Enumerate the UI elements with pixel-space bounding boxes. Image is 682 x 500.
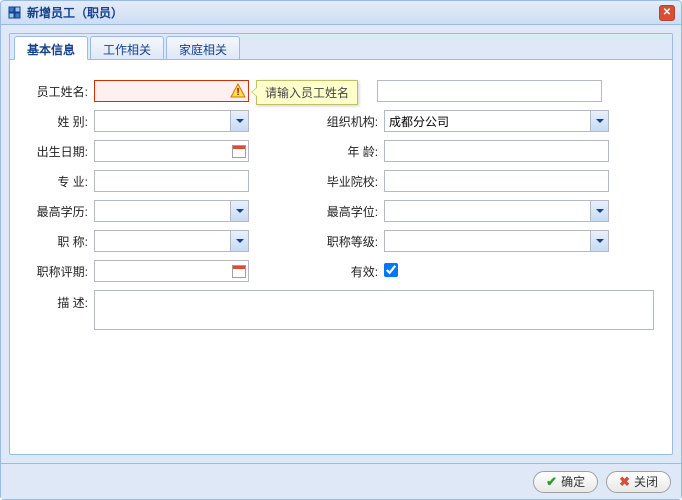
degree-input[interactable]	[385, 202, 590, 220]
tab-family-related[interactable]: 家庭相关	[166, 36, 240, 59]
label-desc: 描 述:	[22, 290, 94, 333]
close-button[interactable]: ✖关闭	[606, 471, 671, 493]
age-input[interactable]	[384, 140, 609, 162]
gender-combo[interactable]	[94, 110, 249, 132]
desc-textarea[interactable]	[94, 290, 654, 330]
tab-content-basic: 员工姓名: ! 请输入员工姓名 姓 别:	[10, 60, 672, 353]
chevron-down-icon[interactable]	[590, 111, 608, 131]
tab-basic-info[interactable]: 基本信息	[14, 36, 88, 60]
edu-combo[interactable]	[94, 200, 249, 222]
edu-input[interactable]	[95, 202, 230, 220]
chevron-down-icon[interactable]	[230, 111, 248, 131]
label-name: 员工姓名:	[22, 80, 94, 102]
title-level-combo[interactable]	[384, 230, 609, 252]
window-icon	[7, 5, 23, 21]
birth-date-field[interactable]	[94, 140, 249, 162]
label-major: 专 业:	[22, 170, 94, 192]
major-input[interactable]	[94, 170, 249, 192]
dialog-window: 新增员工（职员） ✕ 基本信息 工作相关 家庭相关 员工姓名: !	[0, 0, 682, 500]
label-title-date: 职称评期:	[22, 260, 94, 282]
svg-text:!: !	[236, 87, 239, 98]
close-icon: ✖	[619, 474, 630, 490]
label-age: 年 龄:	[284, 140, 384, 162]
label-title: 职 称:	[22, 230, 94, 252]
calendar-icon[interactable]	[230, 261, 248, 281]
birth-date-input[interactable]	[95, 142, 230, 160]
warning-icon: !	[230, 83, 246, 99]
window-title: 新增员工（职员）	[27, 4, 123, 21]
titlebar[interactable]: 新增员工（职员） ✕	[1, 1, 681, 25]
label-title-level: 职称等级:	[284, 230, 384, 252]
button-bar: ✔确定 ✖关闭	[1, 463, 681, 499]
chevron-down-icon[interactable]	[590, 231, 608, 251]
org-input[interactable]	[385, 112, 590, 130]
chevron-down-icon[interactable]	[230, 231, 248, 251]
tab-panel: 基本信息 工作相关 家庭相关 员工姓名: ! 请输入员工姓名	[9, 33, 673, 455]
label-degree: 最高学位:	[284, 200, 384, 222]
chevron-down-icon[interactable]	[590, 201, 608, 221]
label-gender: 姓 别:	[22, 110, 94, 132]
title-input[interactable]	[95, 232, 230, 250]
name-input[interactable]	[94, 80, 249, 102]
title-date-input[interactable]	[95, 262, 230, 280]
name-extra-input[interactable]	[377, 80, 602, 102]
label-school: 毕业院校:	[284, 170, 384, 192]
school-input[interactable]	[384, 170, 609, 192]
label-valid: 有效:	[284, 260, 384, 282]
label-edu: 最高学历:	[22, 200, 94, 222]
valid-checkbox[interactable]	[384, 263, 398, 277]
calendar-icon[interactable]	[230, 141, 248, 161]
degree-combo[interactable]	[384, 200, 609, 222]
org-combo[interactable]	[384, 110, 609, 132]
window-close-button[interactable]: ✕	[659, 5, 675, 21]
chevron-down-icon[interactable]	[230, 201, 248, 221]
label-org: 组织机构:	[284, 110, 384, 132]
tab-strip: 基本信息 工作相关 家庭相关	[10, 34, 672, 60]
check-icon: ✔	[546, 474, 557, 490]
label-birth: 出生日期:	[22, 140, 94, 162]
title-date-field[interactable]	[94, 260, 249, 282]
tab-work-related[interactable]: 工作相关	[90, 36, 164, 59]
title-combo[interactable]	[94, 230, 249, 252]
ok-button[interactable]: ✔确定	[533, 471, 598, 493]
title-level-input[interactable]	[385, 232, 590, 250]
validation-tooltip: 请输入员工姓名	[256, 80, 358, 105]
gender-input[interactable]	[95, 112, 230, 130]
window-body: 基本信息 工作相关 家庭相关 员工姓名: ! 请输入员工姓名	[1, 25, 681, 463]
